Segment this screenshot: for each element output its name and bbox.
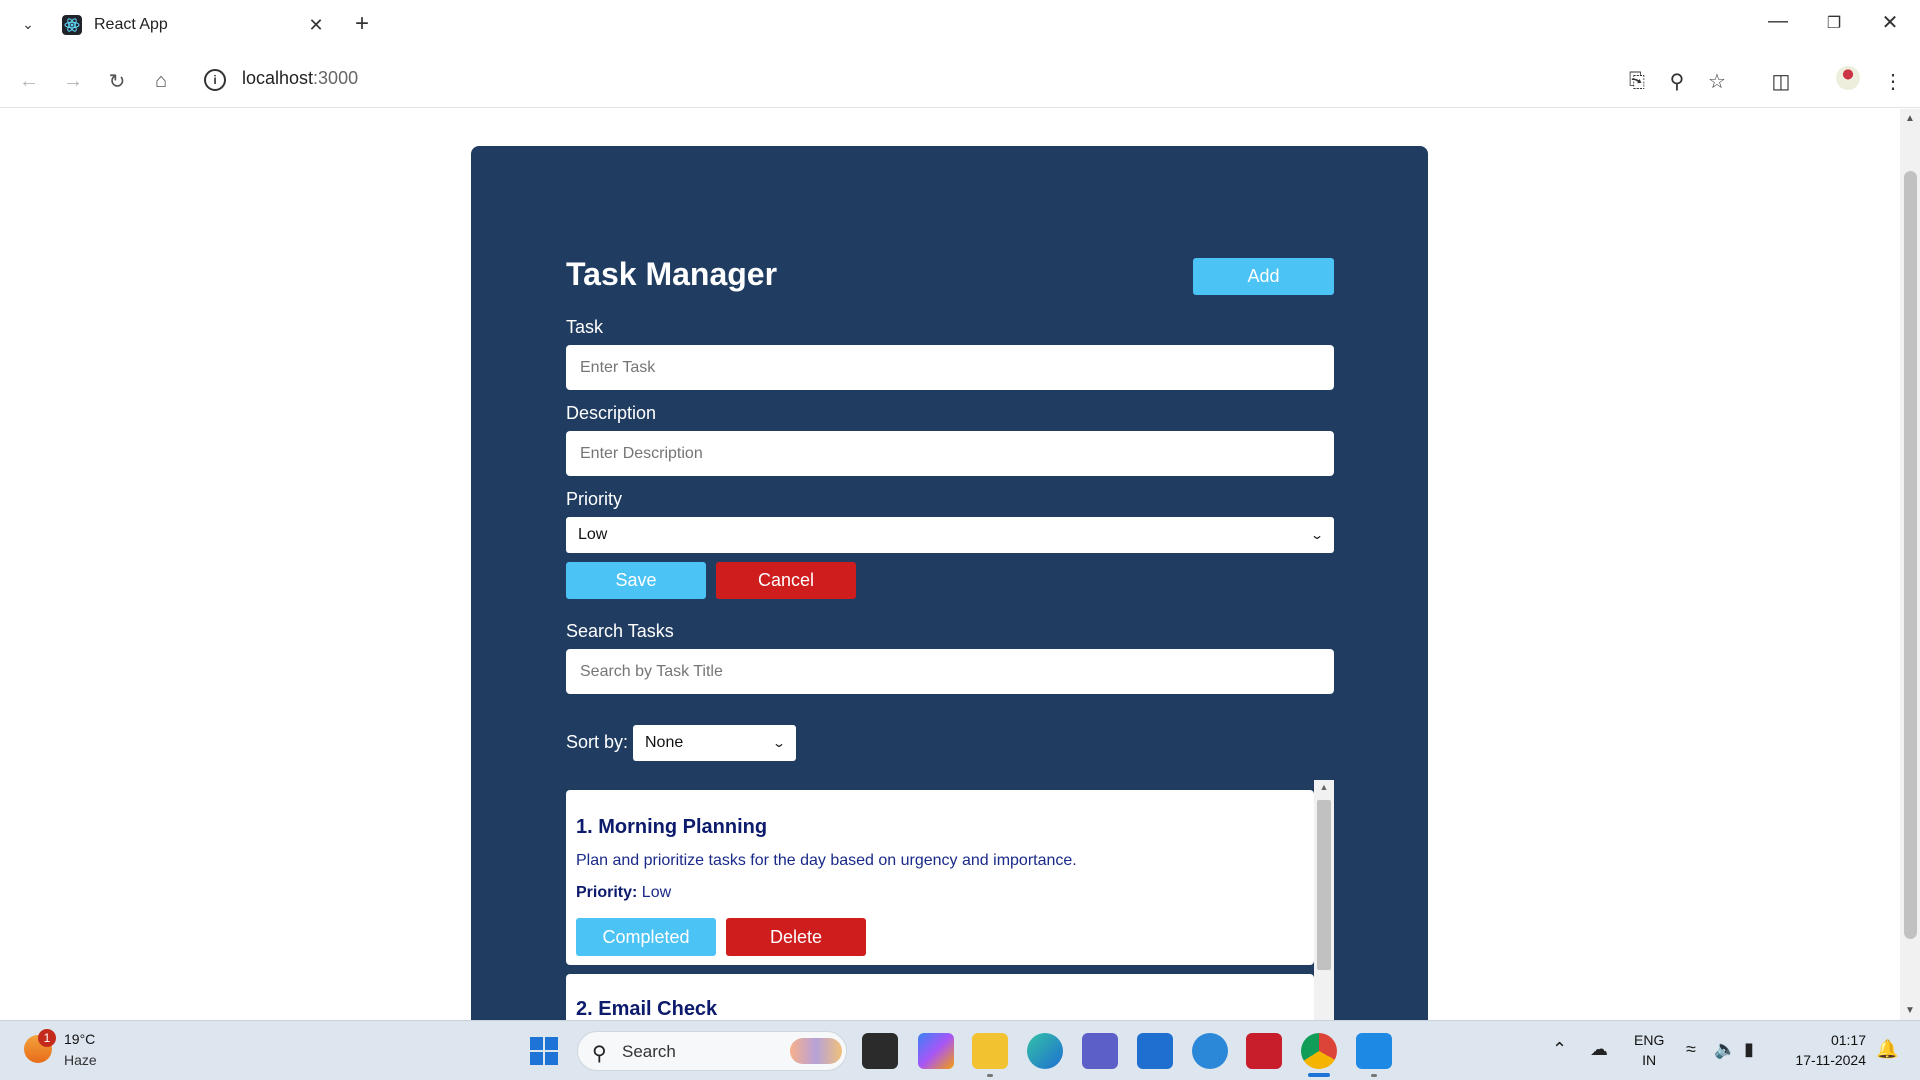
task-card: 2. Email Check: [566, 974, 1314, 1020]
browser-tab-bar: ⌄ React App ✕ + — ❐ ✕: [0, 0, 1920, 50]
chevron-down-icon: ⌄: [771, 736, 787, 750]
file-explorer-running-dot: [987, 1074, 993, 1077]
delete-button[interactable]: Delete: [726, 918, 866, 956]
browser-toolbar: ← → ↻ ⌂ i localhost:3000 ⎘ ⚲ ☆ ◫ ⋮: [0, 54, 1920, 108]
reload-icon[interactable]: ↻: [102, 66, 132, 96]
windows-start-icon[interactable]: [530, 1037, 558, 1065]
task-list: 1. Morning Planning Plan and prioritize …: [566, 780, 1334, 1020]
windows-taskbar: 1 19°C Haze ⚲ Search ⌃ ☁ ENG IN ≈ 🔈 ▮ 01…: [0, 1020, 1920, 1080]
scroll-down-icon[interactable]: ▼: [1900, 1005, 1920, 1016]
show-hidden-icons-icon[interactable]: ⌃: [1552, 1039, 1567, 1060]
task-title: 1. Morning Planning: [576, 816, 768, 838]
page-scrollbar[interactable]: ▲ ▼: [1900, 109, 1920, 1020]
page-scroll-thumb[interactable]: [1904, 171, 1917, 939]
browser-tab[interactable]: React App ✕: [50, 6, 340, 44]
tab-close-icon[interactable]: ✕: [304, 15, 328, 36]
sort-label: Sort by:: [566, 732, 629, 752]
sort-select[interactable]: None ⌄: [633, 725, 796, 761]
search-icon: ⚲: [592, 1043, 607, 1065]
task-list-scroll-thumb[interactable]: [1317, 800, 1331, 970]
react-favicon-icon: [62, 15, 82, 35]
chevron-down-icon: ⌄: [1309, 528, 1325, 542]
notifications-icon[interactable]: 🔔: [1876, 1039, 1898, 1060]
bookmark-star-icon[interactable]: ☆: [1702, 66, 1732, 96]
task-list-scrollbar[interactable]: ▲: [1314, 780, 1334, 1020]
priority-label: Priority: [566, 489, 623, 509]
priority-select[interactable]: Low ⌄: [566, 517, 1334, 553]
home-icon[interactable]: ⌂: [146, 66, 176, 96]
mcafee-icon[interactable]: [1246, 1033, 1282, 1069]
page-title: Task Manager: [566, 256, 778, 292]
back-icon[interactable]: ←: [14, 66, 44, 96]
search-highlight-icon: [790, 1038, 842, 1064]
chrome-icon[interactable]: [1301, 1033, 1337, 1069]
browser-menu-icon[interactable]: ⋮: [1878, 66, 1908, 96]
description-input[interactable]: Enter Description: [566, 431, 1334, 476]
zoom-icon[interactable]: ⚲: [1662, 66, 1692, 96]
chrome-active-indicator: [1308, 1073, 1330, 1077]
profile-avatar[interactable]: [1836, 66, 1860, 90]
search-tasks-input[interactable]: Search by Task Title: [566, 649, 1334, 694]
forward-icon[interactable]: →: [58, 66, 88, 96]
sort-select-value: None: [645, 734, 684, 751]
wifi-icon[interactable]: ≈: [1686, 1039, 1696, 1060]
battery-icon[interactable]: ▮: [1744, 1039, 1754, 1060]
weather-badge: 1: [38, 1029, 56, 1047]
address-field[interactable]: localhost:3000: [242, 68, 358, 89]
scroll-up-icon[interactable]: ▲: [1314, 782, 1334, 792]
task-input[interactable]: Enter Task: [566, 345, 1334, 390]
weather-temperature: 19°C: [64, 1031, 96, 1047]
store-icon[interactable]: [1137, 1033, 1173, 1069]
completed-button[interactable]: Completed: [576, 918, 716, 956]
description-label: Description: [566, 403, 657, 423]
system-clock[interactable]: 01:17 17-11-2024: [1786, 1030, 1866, 1070]
extensions-icon[interactable]: ◫: [1766, 66, 1796, 96]
priority-select-value: Low: [578, 526, 608, 543]
onedrive-icon[interactable]: ☁: [1590, 1039, 1608, 1060]
copilot-icon[interactable]: [918, 1033, 954, 1069]
teams-icon[interactable]: [1082, 1033, 1118, 1069]
task-title: 2. Email Check: [576, 998, 718, 1020]
install-app-icon[interactable]: ⎘: [1622, 66, 1652, 96]
page-viewport: Task Manager Add Task Enter Task Descrip…: [0, 109, 1920, 1020]
task-description: Plan and prioritize tasks for the day ba…: [576, 852, 1077, 869]
search-tasks-label: Search Tasks: [566, 621, 674, 641]
volume-icon[interactable]: 🔈: [1714, 1039, 1736, 1060]
help-icon[interactable]: [1192, 1033, 1228, 1069]
site-info-icon[interactable]: i: [204, 69, 226, 91]
scroll-up-icon[interactable]: ▲: [1900, 113, 1920, 124]
close-window-icon[interactable]: ✕: [1870, 10, 1910, 35]
restore-icon[interactable]: ❐: [1814, 13, 1854, 33]
add-button[interactable]: Add: [1193, 258, 1334, 295]
taskbar-search[interactable]: ⚲ Search: [577, 1031, 847, 1071]
task-card: 1. Morning Planning Plan and prioritize …: [566, 790, 1314, 965]
task-priority: Priority: Low: [576, 884, 672, 901]
tab-search-chevron-icon[interactable]: ⌄: [16, 12, 40, 36]
vscode-running-dot: [1371, 1074, 1377, 1077]
cancel-button[interactable]: Cancel: [716, 562, 856, 599]
vscode-icon[interactable]: [1356, 1033, 1392, 1069]
minimize-icon[interactable]: —: [1758, 10, 1798, 33]
weather-condition: Haze: [64, 1052, 97, 1068]
language-indicator[interactable]: ENG IN: [1634, 1030, 1664, 1070]
taskbar-search-label: Search: [622, 1042, 676, 1061]
task-view-icon[interactable]: [862, 1033, 898, 1069]
edge-icon[interactable]: [1027, 1033, 1063, 1069]
tab-title: React App: [94, 16, 168, 33]
new-tab-icon[interactable]: +: [355, 12, 369, 36]
task-label: Task: [566, 317, 604, 337]
save-button[interactable]: Save: [566, 562, 706, 599]
task-manager-panel: Task Manager Add Task Enter Task Descrip…: [471, 146, 1428, 1020]
file-explorer-icon[interactable]: [972, 1033, 1008, 1069]
